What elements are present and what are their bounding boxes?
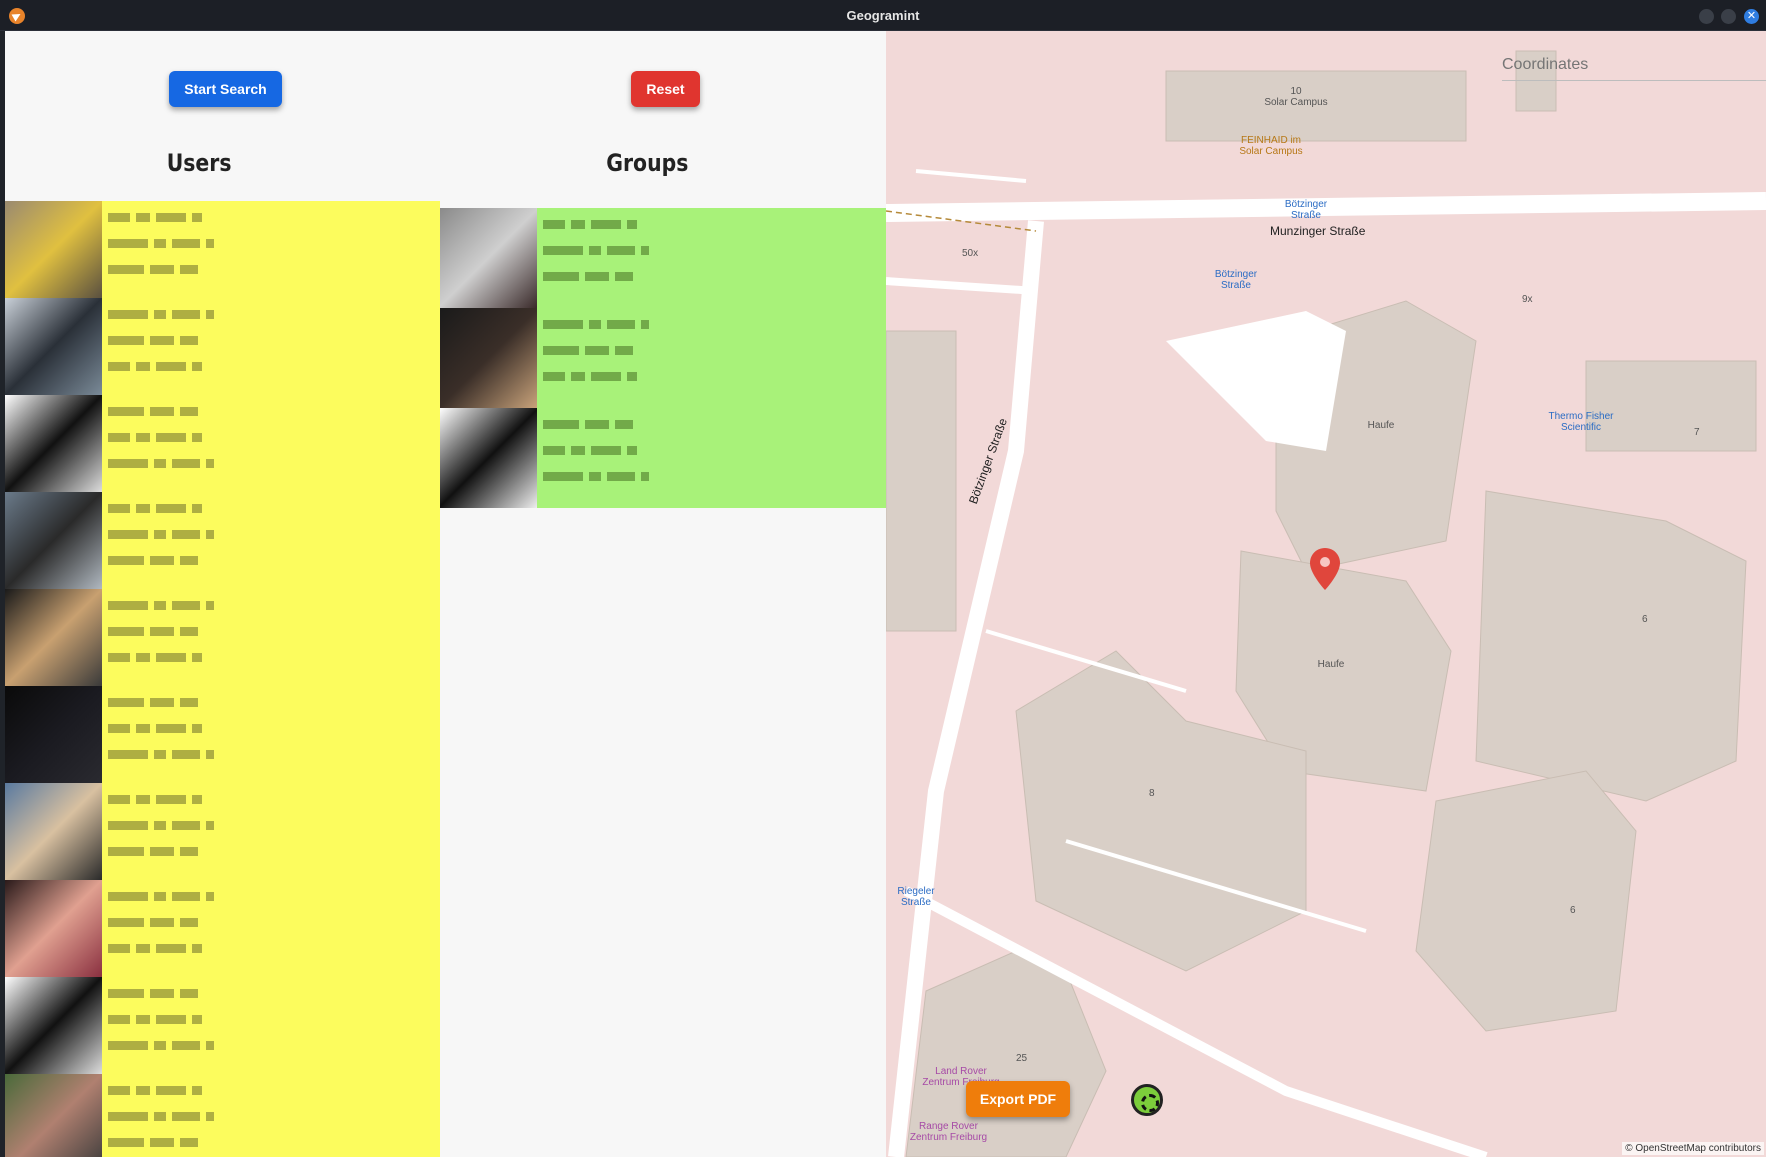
building-thermo xyxy=(1585,360,1757,452)
users-heading: Users xyxy=(166,149,232,177)
redacted-details xyxy=(108,308,428,386)
redacted-details xyxy=(108,211,428,289)
map-label-haufe: Haufe xyxy=(1367,420,1395,431)
map-label-haufe: Haufe xyxy=(1317,659,1345,670)
building-6-south xyxy=(1415,770,1637,1032)
window-titlebar: Geogramint ✕ xyxy=(0,0,1766,31)
redacted-details xyxy=(108,987,428,1065)
close-button[interactable]: ✕ xyxy=(1744,9,1759,24)
street-label-munzinger: Munzinger Straße xyxy=(1270,224,1366,238)
redacted-details xyxy=(108,405,428,483)
map-label-thermo-fisher: Thermo Fisher Scientific xyxy=(1548,411,1614,433)
building-6-east xyxy=(1475,490,1747,802)
map-label-number: 8 xyxy=(1149,788,1155,799)
road xyxy=(886,277,1037,295)
avatar xyxy=(5,298,102,395)
redacted-details xyxy=(108,599,428,677)
avatar xyxy=(5,589,102,686)
window-title: Geogramint xyxy=(846,8,920,23)
user-row[interactable] xyxy=(5,298,440,395)
map-label-number: 6 xyxy=(1642,614,1648,625)
groups-list[interactable] xyxy=(440,208,886,508)
map-label-solar-campus: 10 Solar Campus xyxy=(1264,86,1328,108)
avatar xyxy=(5,395,102,492)
avatar xyxy=(5,686,102,783)
group-row[interactable] xyxy=(440,208,886,308)
coordinates-input[interactable] xyxy=(1502,49,1766,81)
map-label-number: 25 xyxy=(1016,1053,1028,1064)
map-label-bus-stop: Bötzinger Straße xyxy=(1214,269,1258,291)
avatar xyxy=(5,977,102,1074)
export-pdf-button[interactable]: Export PDF xyxy=(966,1081,1070,1117)
path xyxy=(915,169,1027,183)
map-view[interactable]: Munzinger Straße Bötzinger Straße 10 Sol… xyxy=(886,31,1766,1157)
redacted-details xyxy=(108,890,428,968)
user-row[interactable] xyxy=(5,589,440,686)
user-row[interactable] xyxy=(5,492,440,589)
users-list[interactable] xyxy=(5,201,440,1157)
map-label-range-rover: Range Rover Zentrum Freiburg xyxy=(909,1121,988,1143)
map-label-number: 9x xyxy=(1522,294,1533,305)
start-search-button[interactable]: Start Search xyxy=(169,71,282,107)
map-label-number: 7 xyxy=(1694,427,1700,438)
avatar xyxy=(5,492,102,589)
plaza xyxy=(1166,311,1346,451)
user-row[interactable] xyxy=(5,686,440,783)
avatar xyxy=(440,308,537,408)
redacted-details xyxy=(108,793,428,871)
user-row[interactable] xyxy=(5,977,440,1074)
map-label-feinhaid: FEINHAID im Solar Campus xyxy=(1239,135,1303,157)
redacted-details xyxy=(543,318,863,396)
user-row[interactable] xyxy=(5,201,440,298)
map-label-number: 6 xyxy=(1570,905,1576,916)
user-row[interactable] xyxy=(5,880,440,977)
redacted-details xyxy=(543,418,863,496)
user-row[interactable] xyxy=(5,1074,440,1157)
avatar xyxy=(5,783,102,880)
avatar xyxy=(440,408,537,508)
redacted-details xyxy=(108,1084,428,1157)
redacted-details xyxy=(543,218,863,296)
reset-button[interactable]: Reset xyxy=(631,71,700,107)
groups-heading: Groups xyxy=(606,149,689,177)
redacted-details xyxy=(108,502,428,580)
group-row[interactable] xyxy=(440,308,886,408)
user-row[interactable] xyxy=(5,783,440,880)
avatar xyxy=(5,201,102,298)
results-panel: Start Search Reset Users Groups xyxy=(5,31,886,1157)
map-label-riegeler: Riegeler Straße xyxy=(897,886,935,908)
map-label-number: 50x xyxy=(962,248,979,259)
map-attribution[interactable]: © OpenStreetMap contributors xyxy=(1622,1142,1764,1155)
avatar xyxy=(5,1074,102,1157)
user-row[interactable] xyxy=(5,395,440,492)
avatar xyxy=(5,880,102,977)
building-west xyxy=(886,330,957,632)
group-row[interactable] xyxy=(440,408,886,508)
avatar xyxy=(440,208,537,308)
minimize-button[interactable] xyxy=(1699,9,1714,24)
loading-spinner-icon xyxy=(1131,1084,1163,1116)
redacted-details xyxy=(108,696,428,774)
map-label-bus-stop: Bötzinger Straße xyxy=(1284,199,1328,221)
maximize-button[interactable] xyxy=(1721,9,1736,24)
location-marker-icon[interactable] xyxy=(1308,546,1342,592)
